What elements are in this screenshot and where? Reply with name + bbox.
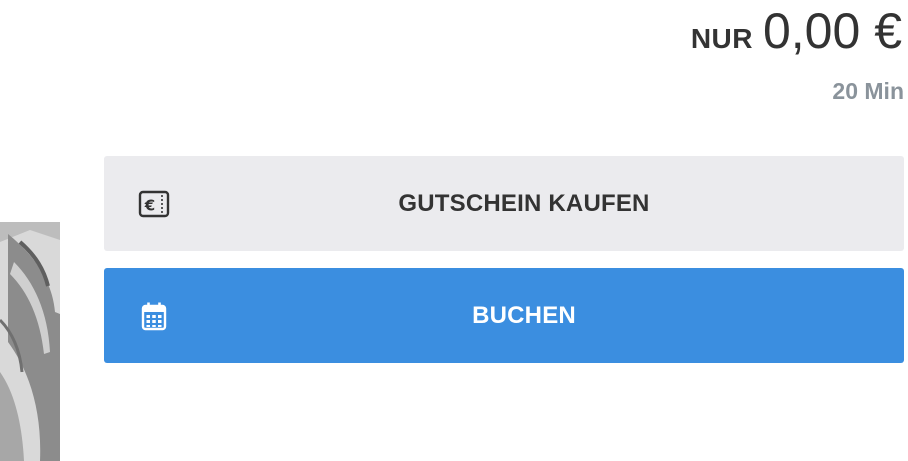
book-button[interactable]: BUCHEN bbox=[104, 268, 904, 363]
svg-text:€: € bbox=[144, 196, 155, 214]
buy-voucher-label: GUTSCHEIN KAUFEN bbox=[398, 189, 650, 217]
price-value: 0,00 € bbox=[762, 3, 902, 59]
euro-voucher-icon: € bbox=[136, 186, 172, 222]
price-row: NUR 0,00 € bbox=[691, 6, 902, 56]
duration-label: 20 Min bbox=[832, 78, 904, 104]
price-prefix: NUR bbox=[690, 23, 753, 54]
booking-panel: NUR 0,00 € 20 Min € GUTSCHEIN KAUFEN BUC… bbox=[0, 0, 908, 461]
calendar-icon bbox=[136, 298, 172, 334]
cropped-photo bbox=[0, 222, 60, 461]
book-label: BUCHEN bbox=[472, 301, 576, 329]
buy-voucher-button[interactable]: € GUTSCHEIN KAUFEN bbox=[104, 156, 904, 251]
